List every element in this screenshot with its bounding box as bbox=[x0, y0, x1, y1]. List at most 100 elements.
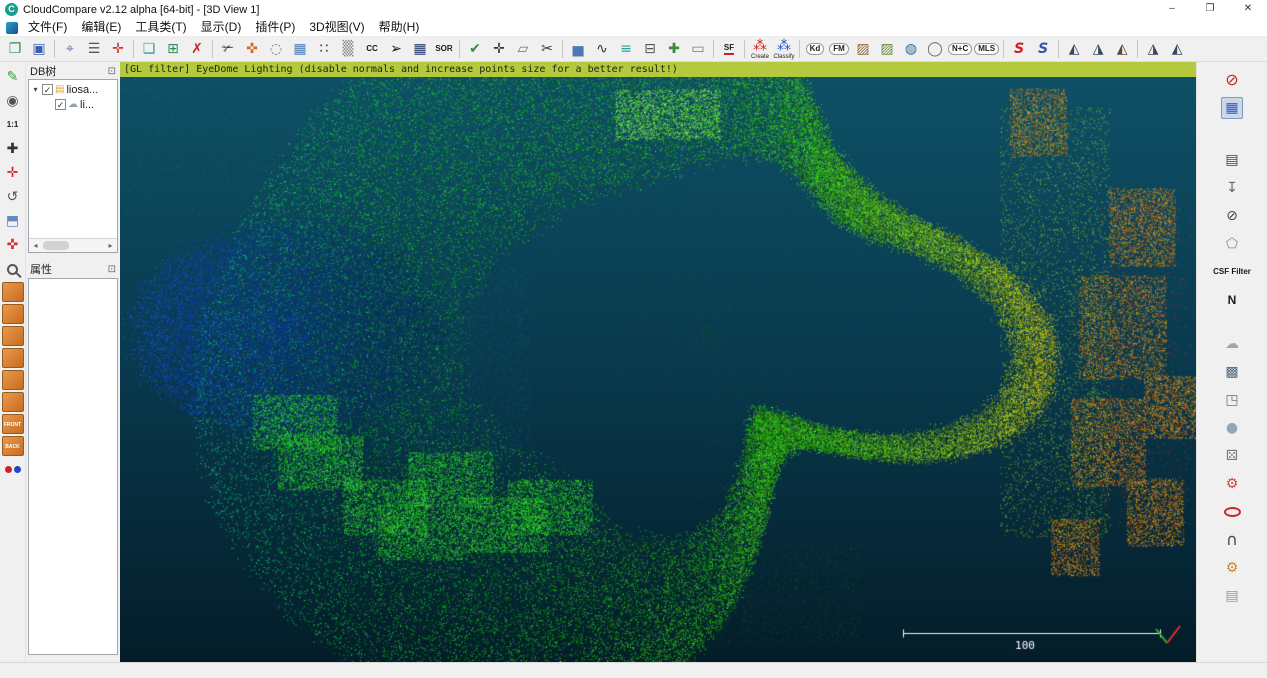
cross-section-icon[interactable]: ✂ bbox=[536, 38, 558, 60]
ellipse-fit-icon[interactable] bbox=[1221, 501, 1243, 523]
box-tool-icon[interactable]: ◳ bbox=[1221, 389, 1243, 411]
terrain-b-icon[interactable]: ▨ bbox=[876, 38, 898, 60]
fm-plugin-icon[interactable]: FM bbox=[828, 38, 850, 60]
checker-plugin-icon[interactable]: ▦ bbox=[409, 38, 431, 60]
render-grid-icon[interactable]: ▦ bbox=[289, 38, 311, 60]
close-button[interactable]: ✕ bbox=[1229, 0, 1267, 19]
view-bottom-icon[interactable] bbox=[2, 304, 24, 324]
mls-plugin-icon[interactable]: MLS bbox=[974, 38, 999, 60]
shield-icon[interactable]: ⬠ bbox=[1221, 233, 1243, 255]
screenshot-camera-icon[interactable]: ◉ bbox=[2, 90, 24, 112]
csf-filter-icon[interactable]: CSF Filter bbox=[1202, 261, 1262, 283]
restore-button[interactable]: ❐ bbox=[1191, 0, 1229, 19]
mesh-globe-icon[interactable]: ◯ bbox=[924, 38, 946, 60]
scroll-left-icon[interactable]: ◂ bbox=[29, 239, 42, 252]
menu-item-1[interactable]: 编辑(E) bbox=[74, 19, 128, 37]
pan-icon[interactable]: ✜ bbox=[2, 234, 24, 256]
visibility-checkbox[interactable]: ✓ bbox=[42, 84, 53, 95]
view-top-icon[interactable] bbox=[2, 282, 24, 302]
plugin-a-icon[interactable]: ◭ bbox=[1063, 38, 1085, 60]
levels-tool-icon[interactable]: ≡ bbox=[615, 38, 637, 60]
menu-item-3[interactable]: 显示(D) bbox=[194, 19, 249, 37]
global-shift-icon[interactable]: ⌖ bbox=[59, 38, 81, 60]
point-picking-icon[interactable]: ✜ bbox=[241, 38, 263, 60]
zoom-1-1-icon[interactable]: 1:1 bbox=[2, 114, 24, 136]
normals-n-icon[interactable]: N bbox=[1221, 289, 1243, 311]
expander-icon[interactable]: ▾ bbox=[31, 85, 40, 94]
clone-icon[interactable]: ❏ bbox=[138, 38, 160, 60]
canupo-create-icon[interactable]: ⁂Create bbox=[749, 37, 771, 61]
zoom-magnifier-icon[interactable] bbox=[2, 258, 24, 280]
view-back-icon[interactable]: BACK bbox=[2, 436, 24, 456]
trash-tool-icon[interactable]: ▭ bbox=[687, 38, 709, 60]
sphere-icon[interactable]: ◌ bbox=[265, 38, 287, 60]
globe-plugin-icon[interactable]: ◍ bbox=[900, 38, 922, 60]
menu-item-6[interactable]: 帮助(H) bbox=[372, 19, 427, 37]
scroll-track[interactable] bbox=[42, 239, 104, 252]
dock-icon[interactable]: ⊡ bbox=[108, 66, 116, 77]
tree-row[interactable]: ▾✓▤liosa... bbox=[29, 82, 117, 97]
active-tool-icon[interactable]: ▦ bbox=[1221, 97, 1243, 119]
vr-headset-icon[interactable]: ∩ bbox=[1221, 529, 1243, 551]
dice-tool-icon[interactable]: ⚄ bbox=[1221, 445, 1243, 467]
segment-icon[interactable]: ✃ bbox=[217, 38, 239, 60]
view-iso2-icon[interactable] bbox=[2, 392, 24, 412]
anim-gear-icon[interactable]: ⚙ bbox=[1221, 557, 1243, 579]
stereo-icon[interactable] bbox=[2, 458, 24, 480]
sphere-tool-icon[interactable]: ● bbox=[1221, 417, 1243, 439]
scalar-check-icon[interactable]: ✔ bbox=[464, 38, 486, 60]
save-icon[interactable]: ▣ bbox=[28, 38, 50, 60]
menu-item-4[interactable]: 插件(P) bbox=[248, 19, 302, 37]
view-iso1-icon[interactable] bbox=[2, 370, 24, 390]
cc-plugin-icon[interactable]: CC bbox=[361, 38, 383, 60]
subsample-icon[interactable]: ∷ bbox=[313, 38, 335, 60]
scroll-right-icon[interactable]: ▸ bbox=[104, 239, 117, 252]
entity-properties-icon[interactable]: ☰ bbox=[83, 38, 105, 60]
view-right-icon[interactable] bbox=[2, 348, 24, 368]
fit-plane-icon[interactable]: ▱ bbox=[512, 38, 534, 60]
gears-tool-icon[interactable]: ⚙ bbox=[1221, 473, 1243, 495]
view-left-icon[interactable] bbox=[2, 326, 24, 346]
minimize-button[interactable]: – bbox=[1153, 0, 1191, 19]
histogram-icon[interactable]: ▅ bbox=[567, 38, 589, 60]
no-entry-icon[interactable]: ⊘ bbox=[1221, 205, 1243, 227]
noise-filter-icon[interactable]: ▒ bbox=[337, 38, 359, 60]
canupo-classify-icon[interactable]: ⁂Classify bbox=[773, 37, 795, 61]
profile-tool-icon[interactable]: ∿ bbox=[591, 38, 613, 60]
sor-filter-icon[interactable]: SOR bbox=[433, 38, 455, 60]
previous-view-icon[interactable]: ↺ bbox=[2, 186, 24, 208]
clapper-icon[interactable]: ▤ bbox=[1221, 149, 1243, 171]
plugin-b-icon[interactable]: ◮ bbox=[1087, 38, 1109, 60]
sfm-plugin-icon[interactable]: S bbox=[1032, 38, 1054, 60]
segment-pencil-icon[interactable]: ✎ bbox=[2, 66, 24, 88]
pivot-icon[interactable]: ✛ bbox=[2, 162, 24, 184]
plumb-bob-icon[interactable]: ↧ bbox=[1221, 177, 1243, 199]
plugin-e-icon[interactable]: ◭ bbox=[1166, 38, 1188, 60]
delete-icon[interactable]: ✗ bbox=[186, 38, 208, 60]
dock-icon[interactable]: ⊡ bbox=[108, 264, 116, 275]
disable-filter-icon[interactable]: ⊘ bbox=[1221, 69, 1243, 91]
tree-hscrollbar[interactable]: ◂ ▸ bbox=[29, 238, 117, 252]
bird-plugin-icon[interactable]: ➢ bbox=[385, 38, 407, 60]
scroll-thumb[interactable] bbox=[43, 241, 69, 250]
menu-item-0[interactable]: 文件(F) bbox=[21, 19, 74, 37]
merge-icon[interactable]: ⊞ bbox=[162, 38, 184, 60]
apply-transform-icon[interactable]: ✛ bbox=[107, 38, 129, 60]
grid-tool-icon[interactable]: ▩ bbox=[1221, 361, 1243, 383]
sra-plugin-icon[interactable]: S bbox=[1008, 38, 1030, 60]
pointcloud-canvas[interactable] bbox=[120, 77, 1196, 662]
mdi-child-icon[interactable] bbox=[6, 22, 18, 34]
list-tool-icon[interactable]: ⊟ bbox=[639, 38, 661, 60]
ruler-tool-icon[interactable]: ▤ bbox=[1221, 585, 1243, 607]
cloud-tool-icon[interactable]: ☁ bbox=[1221, 333, 1243, 355]
visibility-checkbox[interactable]: ✓ bbox=[55, 99, 66, 110]
open-icon[interactable]: ❐ bbox=[4, 38, 26, 60]
menu-item-2[interactable]: 工具类(T) bbox=[128, 19, 193, 37]
npc-plugin-icon[interactable]: N+C bbox=[948, 38, 972, 60]
sf-tools-icon[interactable]: SF bbox=[718, 38, 740, 60]
plugin-d-icon[interactable]: ◮ bbox=[1142, 38, 1164, 60]
terrain-a-icon[interactable]: ▨ bbox=[852, 38, 874, 60]
add-tool-icon[interactable]: ✚ bbox=[663, 38, 685, 60]
kd-tree-icon[interactable]: Kd bbox=[804, 38, 826, 60]
translate-tool-icon[interactable]: ✛ bbox=[488, 38, 510, 60]
